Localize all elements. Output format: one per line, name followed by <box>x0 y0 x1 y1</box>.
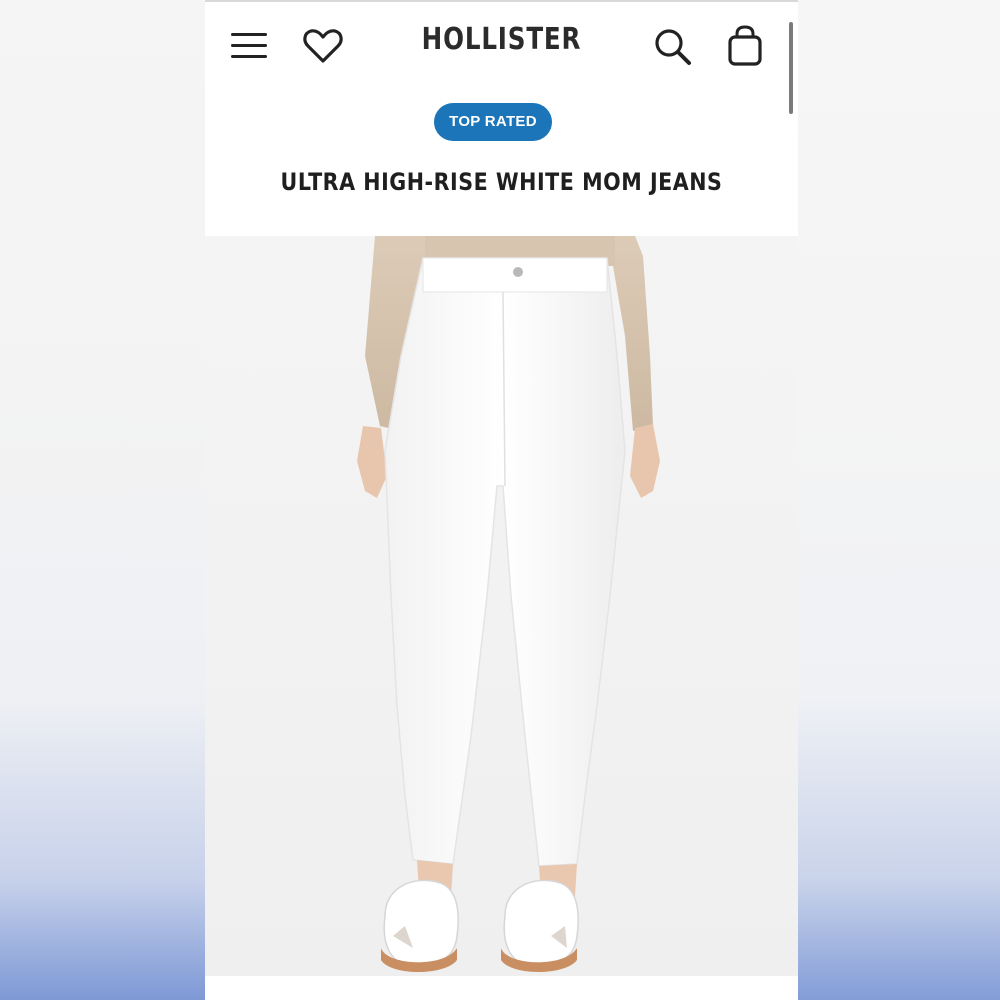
top-rated-badge: TOP RATED <box>434 103 552 141</box>
top-divider <box>205 0 798 2</box>
site-header: HOLLISTER TOP RATED ULTRA HIGH-RISE WHIT… <box>205 0 798 236</box>
background-blur-right <box>798 0 1000 1000</box>
scrollbar[interactable] <box>789 22 793 114</box>
product-image[interactable] <box>205 236 798 976</box>
background-blur-left <box>0 0 205 1000</box>
phone-screen: HOLLISTER TOP RATED ULTRA HIGH-RISE WHIT… <box>205 0 798 1000</box>
product-title: ULTRA HIGH-RISE WHITE MOM JEANS <box>280 168 723 196</box>
search-icon[interactable] <box>653 27 693 67</box>
footer-strip <box>205 976 798 1000</box>
shopping-bag-icon[interactable] <box>726 25 764 67</box>
